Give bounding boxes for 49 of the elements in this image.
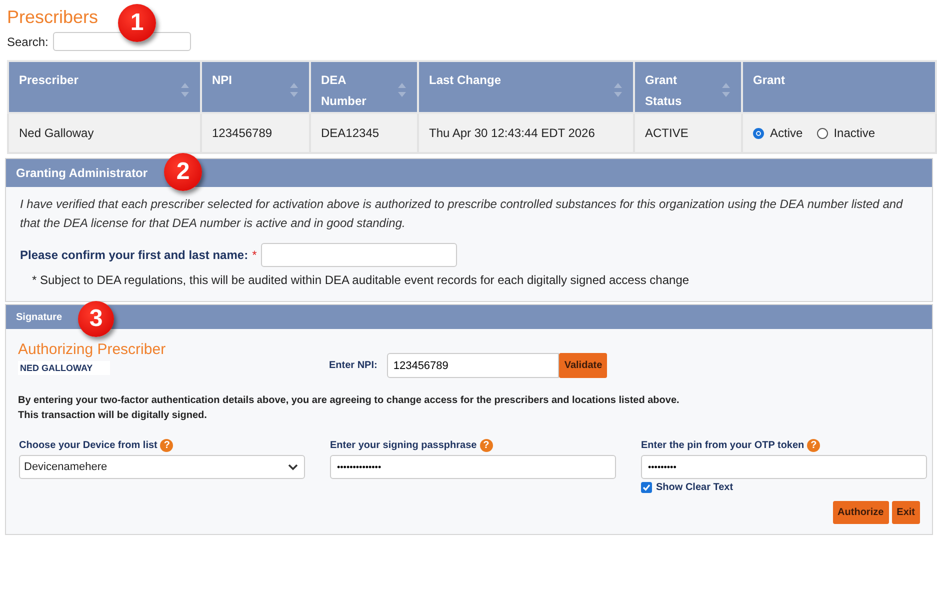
callout-marker: 2 (164, 153, 202, 191)
device-dropdown[interactable]: Devicenamehere (19, 455, 305, 479)
authorize-button[interactable]: Authorize (832, 501, 889, 524)
radio-label: Active (770, 126, 803, 140)
table-cell: DEA12345 (310, 113, 418, 153)
help-icon[interactable]: ? (160, 439, 174, 452)
page-title: Prescribers (7, 6, 98, 28)
table-cell: Ned Galloway (8, 113, 201, 153)
column-header[interactable]: Last Change (418, 61, 634, 113)
prescriber-name: NED GALLOWAY (18, 361, 110, 375)
field-label: Enter your signing passphrase (330, 440, 477, 451)
field-label: Choose your Device from list (19, 440, 158, 451)
panel-title: Granting Administrator (16, 166, 148, 180)
required-mark: * (252, 248, 257, 262)
help-icon[interactable]: ? (807, 439, 820, 452)
pin-field[interactable]: ••••••••• (641, 455, 927, 479)
passphrase-field[interactable]: •••••••••••••• (330, 455, 616, 479)
search-label: Search: (7, 34, 48, 48)
exit-button[interactable]: Exit (892, 501, 920, 524)
statement-text: I have verified that each prescriber selected for activation above is authorized to prescribe controlled substances for this organization using the DEA number listed and that the DEA license for that DEA number is active and in good standing. (20, 196, 904, 232)
radio-label: Inactive (834, 126, 876, 140)
chevron-icon (288, 464, 298, 470)
section-heading: Authorizing Prescriber (18, 341, 167, 358)
name-label: Please confirm your first and last name: (20, 248, 248, 262)
callout-marker: 3 (78, 301, 114, 337)
column-header[interactable]: Prescriber (8, 61, 201, 113)
column-header: Grant (742, 61, 936, 113)
column-header[interactable]: DEA Number (310, 61, 418, 113)
table-cell: Thu Apr 30 12:43:44 EDT 2026 (418, 113, 634, 153)
callout-marker: 1 (118, 4, 156, 42)
panel-title: Signature (16, 312, 62, 322)
field-label: Enter the pin from your OTP token (641, 440, 804, 451)
note-text: * Subject to DEA regulations, this will be audited within DEA auditable event records for each digitally signed access change (32, 273, 690, 287)
column-header[interactable]: Grant Status (634, 61, 742, 113)
checkbox-label: Show Clear Text (656, 482, 734, 493)
npi-label: Enter NPI: (329, 360, 378, 371)
table-cell: 123456789 (201, 113, 310, 153)
column-header[interactable]: NPI (201, 61, 310, 113)
validate-button[interactable]: Validate (559, 353, 608, 378)
radio-button[interactable] (753, 128, 764, 138)
table-cell: ACTIVE (634, 113, 742, 153)
npi-field[interactable]: 123456789 (387, 353, 560, 378)
name-field[interactable] (260, 243, 457, 267)
radio-button[interactable] (816, 128, 828, 138)
agreement-text: By entering your two-factor authentication details above, you are agreeing to change access for the prescribers and locations listed above. (18, 394, 680, 408)
checkbox[interactable] (641, 482, 652, 493)
agreement-text: This transaction will be digitally signed. (18, 409, 208, 423)
search-field[interactable] (53, 32, 192, 51)
help-icon[interactable]: ? (480, 439, 493, 452)
